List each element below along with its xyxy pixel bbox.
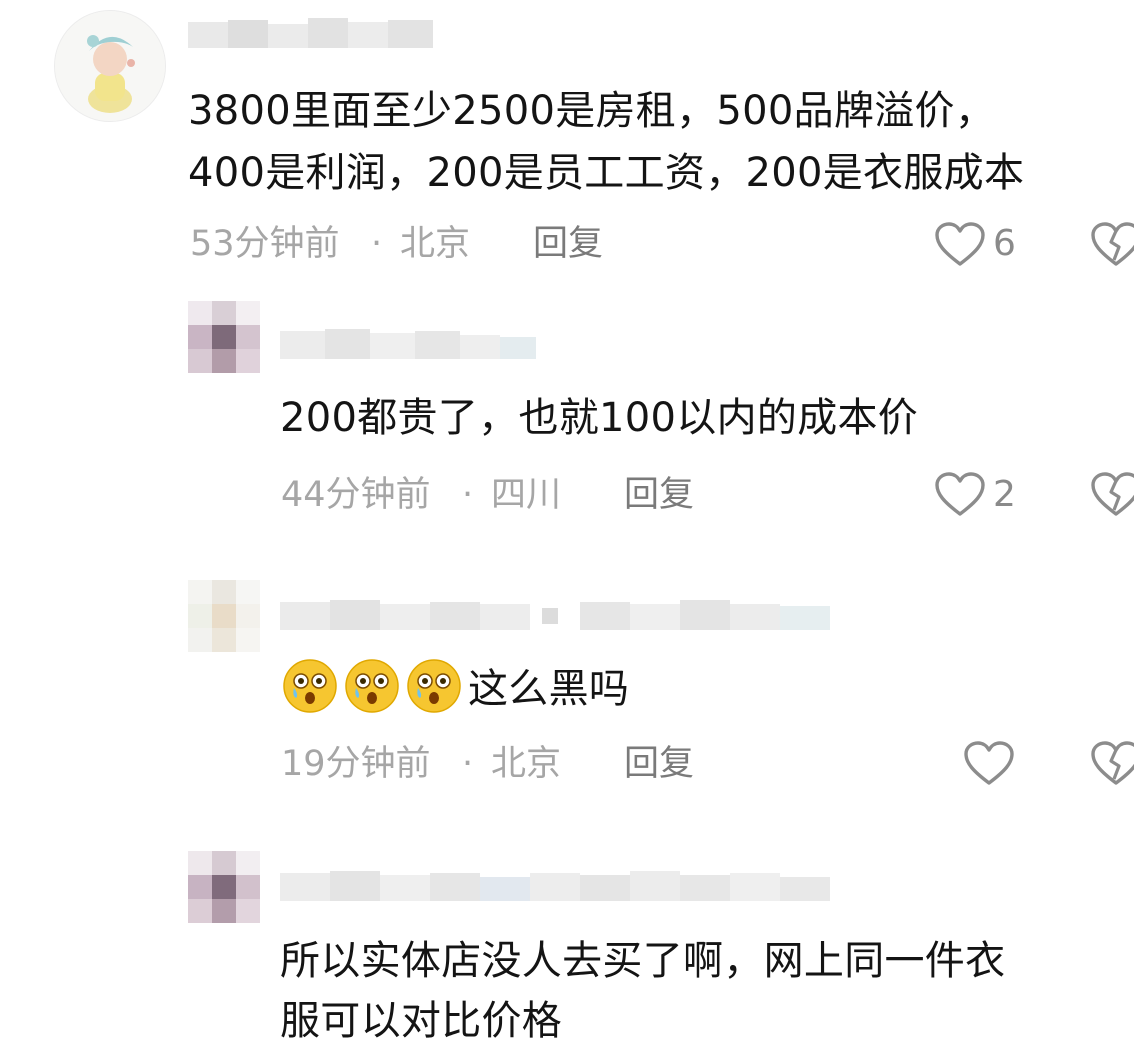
reply-comment-item: 200都贵了，也就100以内的成本价 44分钟前 · 四川 回复 2 [0,295,1134,535]
comment-text-line: 3800里面至少2500是房租，500品牌溢价， [188,88,996,134]
heart-outline-icon[interactable] [963,741,1015,787]
comment-location: 北京 [400,224,471,264]
comment-text-line: 所以实体店没人去买了啊，网上同一件衣 [280,938,1006,984]
meta-separator: · [371,224,383,264]
username-blurred[interactable] [188,12,438,52]
like-count: 6 [993,223,1016,264]
comment-item: 3800里面至少2500是房租，500品牌溢价， 400是利润，200是员工工资… [0,0,1134,280]
avatar[interactable] [188,580,260,652]
comment-text-line: 200都贵了，也就100以内的成本价 [280,395,919,441]
heart-outline-icon[interactable] [934,222,986,268]
avatar[interactable] [188,851,260,923]
avatar[interactable] [54,10,166,122]
username-blurred[interactable] [280,594,840,634]
reply-button[interactable]: 回复 [533,222,603,266]
shocked-tearful-face-emoji [406,658,462,714]
comment-text-line: 服可以对比价格 [280,998,563,1044]
shocked-tearful-face-emoji [282,658,338,714]
shocked-tearful-face-emoji [344,658,400,714]
reply-comment-item: 这么黑吗 19分钟前 · 北京 回复 [0,570,1134,820]
avatar[interactable] [188,301,260,373]
comment-time: 19分钟前 [281,744,431,784]
broken-heart-icon[interactable] [1090,741,1134,787]
comment-location: 四川 [491,475,562,515]
reply-comment-item: 所以实体店没人去买了啊，网上同一件衣 服可以对比价格 [0,845,1134,1044]
comment-location: 北京 [491,744,562,784]
broken-heart-icon[interactable] [1090,472,1134,518]
reply-button[interactable]: 回复 [624,473,694,517]
comment-text-line: 400是利润，200是员工工资，200是衣服成本 [188,150,1025,196]
like-count: 2 [993,474,1016,515]
username-blurred[interactable] [280,323,540,363]
comment-text-line: 这么黑吗 [282,658,629,717]
comment-text: 这么黑吗 [468,666,630,712]
username-blurred[interactable] [280,865,840,905]
comment-time: 53分钟前 [190,224,340,264]
meta-separator: · [462,744,474,784]
reply-button[interactable]: 回复 [624,742,694,786]
meta-separator: · [462,475,474,515]
comment-time: 44分钟前 [281,475,431,515]
broken-heart-icon[interactable] [1090,222,1134,268]
heart-outline-icon[interactable] [934,472,986,518]
